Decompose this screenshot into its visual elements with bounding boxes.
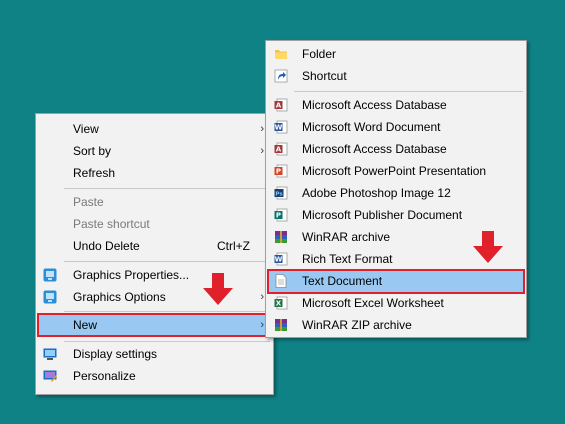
word-icon-glyph: W [275, 124, 283, 132]
submenu-item-label: Microsoft Access Database [302, 142, 447, 156]
menu-separator [294, 91, 523, 92]
access-icon: A [274, 142, 288, 156]
menu-separator [64, 341, 270, 342]
submenu-item-label: Microsoft Publisher Document [302, 208, 463, 222]
menu-item-refresh-label: Refresh [73, 166, 116, 180]
display-settings-icon [43, 348, 57, 360]
menu-item-graphics-options[interactable]: Graphics Options › [37, 286, 272, 308]
publisher-icon: P [274, 208, 288, 222]
chevron-right-icon: › [260, 291, 264, 303]
submenu-item-excel-worksheet[interactable]: X Microsoft Excel Worksheet [267, 292, 525, 314]
menu-item-undo-delete-label: Undo Delete [73, 239, 140, 253]
text-document-icon [275, 274, 287, 288]
excel-icon: X [274, 296, 288, 310]
personalize-icon [43, 370, 57, 382]
submenu-item-label: Adobe Photoshop Image 12 [302, 186, 451, 200]
word-icon: W [274, 120, 288, 134]
submenu-item-label: WinRAR archive [302, 230, 391, 244]
intel-graphics-icon [43, 290, 57, 304]
submenu-item-label: Text Document [302, 274, 383, 288]
submenu-item-access-database-2[interactable]: A Microsoft Access Database [267, 138, 525, 160]
rtf-icon-glyph: W [275, 256, 283, 264]
new-submenu: Folder Shortcut A Microsoft Access Datab… [265, 40, 527, 338]
powerpoint-icon: P [274, 164, 288, 178]
desktop-context-menu: View › Sort by › Refresh Paste Paste sho… [35, 113, 274, 395]
menu-item-refresh[interactable]: Refresh [37, 162, 272, 184]
menu-item-view[interactable]: View › [37, 118, 272, 140]
submenu-item-text-document[interactable]: Text Document [267, 269, 525, 294]
chevron-right-icon: › [260, 145, 264, 157]
menu-separator [64, 261, 270, 262]
red-arrow-down-icon [473, 231, 503, 263]
publisher-icon-glyph: P [276, 212, 281, 220]
menu-item-graphics-properties-label: Graphics Properties... [73, 268, 190, 282]
excel-icon-glyph: X [276, 300, 282, 308]
submenu-item-powerpoint-presentation[interactable]: P Microsoft PowerPoint Presentation [267, 160, 525, 182]
powerpoint-icon-glyph: P [276, 168, 281, 176]
submenu-item-folder[interactable]: Folder [267, 43, 525, 65]
access-icon-glyph: A [276, 146, 282, 154]
submenu-item-label: Microsoft PowerPoint Presentation [302, 164, 487, 178]
submenu-item-publisher-document[interactable]: P Microsoft Publisher Document [267, 204, 525, 226]
submenu-item-label: Rich Text Format [302, 252, 393, 266]
menu-item-undo-delete[interactable]: Undo Delete Ctrl+Z [37, 235, 272, 257]
menu-item-personalize[interactable]: Personalize [37, 365, 272, 387]
submenu-item-label: Shortcut [302, 69, 347, 83]
submenu-item-label: WinRAR ZIP archive [302, 318, 412, 332]
menu-item-new-label: New [73, 318, 98, 332]
winrar-icon [275, 231, 287, 243]
menu-item-display-settings[interactable]: Display settings [37, 343, 272, 365]
submenu-item-label: Microsoft Word Document [302, 120, 441, 134]
access-icon: A [274, 98, 288, 112]
shortcut-icon [274, 69, 288, 83]
menu-item-personalize-label: Personalize [73, 369, 136, 383]
submenu-item-access-database[interactable]: A Microsoft Access Database [267, 94, 525, 116]
menu-item-paste-shortcut-label: Paste shortcut [73, 217, 150, 231]
photoshop-icon: Ps [274, 186, 288, 200]
folder-icon [275, 50, 287, 59]
menu-item-graphics-options-label: Graphics Options [73, 290, 166, 304]
winrar-zip-icon [275, 319, 287, 331]
menu-item-paste: Paste [37, 191, 272, 213]
menu-item-graphics-properties[interactable]: Graphics Properties... [37, 264, 272, 286]
submenu-item-word-document[interactable]: W Microsoft Word Document [267, 116, 525, 138]
submenu-item-label: Microsoft Excel Worksheet [302, 296, 444, 310]
menu-separator [64, 311, 270, 312]
menu-item-view-label: View [73, 122, 99, 136]
rtf-icon: W [274, 252, 288, 266]
red-arrow-down-icon [203, 273, 233, 305]
menu-item-display-settings-label: Display settings [73, 347, 158, 361]
submenu-item-winrar-zip-archive[interactable]: WinRAR ZIP archive [267, 314, 525, 336]
access-icon-glyph: A [276, 102, 282, 110]
submenu-item-shortcut[interactable]: Shortcut [267, 65, 525, 87]
menu-item-paste-shortcut: Paste shortcut [37, 213, 272, 235]
keyboard-shortcut: Ctrl+Z [217, 239, 250, 253]
menu-item-sort-by[interactable]: Sort by › [37, 140, 272, 162]
submenu-item-label: Folder [302, 47, 337, 61]
menu-item-new[interactable]: New › [37, 313, 272, 337]
submenu-item-label: Microsoft Access Database [302, 98, 447, 112]
menu-separator [64, 188, 270, 189]
chevron-right-icon: › [260, 123, 264, 135]
photoshop-icon-glyph: Ps [275, 191, 283, 197]
menu-item-sort-by-label: Sort by [73, 144, 112, 158]
intel-graphics-icon [43, 268, 57, 282]
chevron-right-icon: › [260, 319, 264, 331]
submenu-item-photoshop-image[interactable]: Ps Adobe Photoshop Image 12 [267, 182, 525, 204]
menu-item-paste-label: Paste [73, 195, 104, 209]
